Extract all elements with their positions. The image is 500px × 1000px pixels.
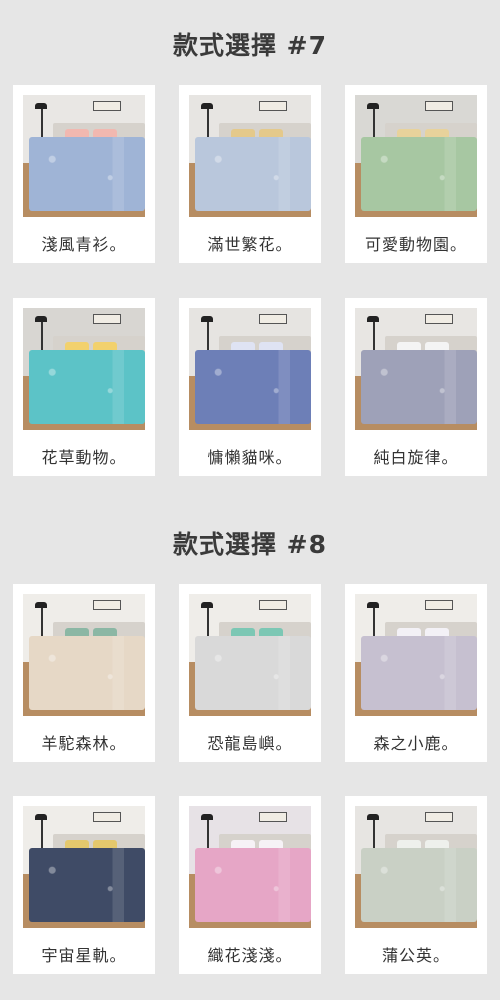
- product-card[interactable]: 恐龍島嶼。: [179, 584, 321, 762]
- section-title: 款式選擇 #7: [172, 31, 328, 60]
- bed: [29, 848, 145, 922]
- product-card[interactable]: 滿世繁花。: [179, 85, 321, 263]
- lampshade: [35, 602, 47, 608]
- wall-frame: [425, 314, 453, 324]
- product-card[interactable]: 花草動物。: [13, 298, 155, 476]
- product-photo: [189, 95, 311, 217]
- bedding-pattern: [361, 137, 477, 211]
- bed: [361, 137, 477, 211]
- wall-frame: [259, 812, 287, 822]
- wall-frame: [93, 314, 121, 324]
- product-photo: [23, 806, 145, 928]
- bedding-pattern: [29, 848, 145, 922]
- product-caption: 花草動物。: [41, 448, 127, 467]
- product-card[interactable]: 織花淺淺。: [179, 796, 321, 974]
- wall-frame: [93, 101, 121, 111]
- lampshade: [201, 602, 213, 608]
- bedding-pattern: [195, 848, 311, 922]
- product-caption: 純白旋律。: [373, 448, 459, 467]
- product-caption: 淺風青衫。: [41, 235, 127, 254]
- wall-frame: [259, 314, 287, 324]
- wall-frame: [93, 600, 121, 610]
- product-photo: [189, 806, 311, 928]
- product-photo: [355, 594, 477, 716]
- lampshade: [367, 814, 379, 820]
- lampshade: [35, 316, 47, 322]
- product-card[interactable]: 淺風青衫。: [13, 85, 155, 263]
- bedding-pattern: [361, 350, 477, 424]
- product-caption: 蒲公英。: [381, 946, 450, 965]
- bed: [195, 848, 311, 922]
- section-title: 款式選擇 #8: [172, 530, 328, 559]
- bedding-pattern: [29, 137, 145, 211]
- bed: [195, 137, 311, 211]
- bedding-pattern: [29, 636, 145, 710]
- product-card[interactable]: 蒲公英。: [345, 796, 487, 974]
- product-photo: [189, 594, 311, 716]
- product-caption: 滿世繁花。: [207, 235, 293, 254]
- bedding-pattern: [195, 137, 311, 211]
- product-caption: 織花淺淺。: [207, 946, 293, 965]
- product-photo: [355, 308, 477, 430]
- lampshade: [201, 316, 213, 322]
- lampshade: [367, 103, 379, 109]
- product-photo: [355, 806, 477, 928]
- bed: [195, 350, 311, 424]
- bed: [361, 350, 477, 424]
- bed: [29, 350, 145, 424]
- product-caption: 森之小鹿。: [373, 734, 459, 753]
- product-caption: 恐龍島嶼。: [207, 734, 293, 753]
- bed: [29, 137, 145, 211]
- bedding-pattern: [29, 350, 145, 424]
- bed: [29, 636, 145, 710]
- product-card[interactable]: 森之小鹿。: [345, 584, 487, 762]
- lampshade: [35, 103, 47, 109]
- bed: [361, 636, 477, 710]
- wall-frame: [93, 812, 121, 822]
- product-caption: 宇宙星軌。: [41, 946, 127, 965]
- bedding-pattern: [195, 350, 311, 424]
- bedding-pattern: [195, 636, 311, 710]
- bed: [195, 636, 311, 710]
- product-photo: [189, 308, 311, 430]
- product-card[interactable]: 宇宙星軌。: [13, 796, 155, 974]
- product-photo: [355, 95, 477, 217]
- wall-frame: [425, 600, 453, 610]
- product-card[interactable]: 慵懶貓咪。: [179, 298, 321, 476]
- product-photo: [23, 594, 145, 716]
- wall-frame: [425, 812, 453, 822]
- lampshade: [367, 316, 379, 322]
- product-card[interactable]: 羊駝森林。: [13, 584, 155, 762]
- product-photo: [23, 95, 145, 217]
- lampshade: [367, 602, 379, 608]
- wall-frame: [259, 600, 287, 610]
- product-photo: [23, 308, 145, 430]
- lampshade: [201, 103, 213, 109]
- product-caption: 羊駝森林。: [41, 734, 127, 753]
- product-card[interactable]: 純白旋律。: [345, 298, 487, 476]
- product-caption: 可愛動物園。: [364, 235, 467, 254]
- product-card[interactable]: 可愛動物園。: [345, 85, 487, 263]
- wall-frame: [259, 101, 287, 111]
- wall-frame: [425, 101, 453, 111]
- bedding-pattern: [361, 636, 477, 710]
- product-caption: 慵懶貓咪。: [207, 448, 293, 467]
- bedding-pattern: [361, 848, 477, 922]
- bed: [361, 848, 477, 922]
- lampshade: [35, 814, 47, 820]
- lampshade: [201, 814, 213, 820]
